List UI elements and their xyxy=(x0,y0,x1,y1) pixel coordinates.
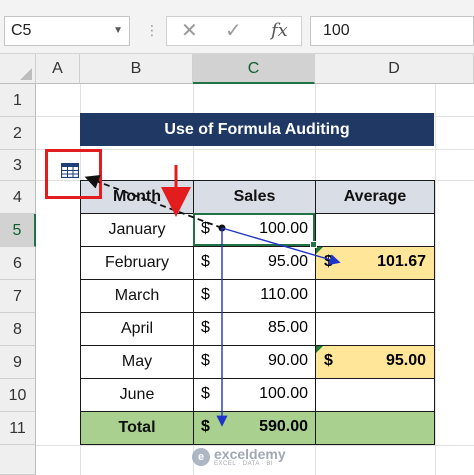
month-cell[interactable]: February xyxy=(80,246,194,280)
column-header-d[interactable]: D xyxy=(315,54,474,84)
average-value: 101.67 xyxy=(377,253,426,270)
gridline xyxy=(435,84,436,475)
row-header-3[interactable]: 3 xyxy=(0,150,36,181)
row-header-6[interactable]: 6 xyxy=(0,247,36,280)
cancel-icon[interactable]: ✕ xyxy=(181,17,198,45)
error-indicator-icon[interactable] xyxy=(316,346,323,353)
sales-value: 110.00 xyxy=(260,286,308,303)
sales-value: 100.00 xyxy=(259,385,308,402)
currency-symbol: $ xyxy=(201,286,210,303)
formula-input[interactable]: 100 xyxy=(310,16,474,46)
chevron-down-icon[interactable]: ▼ xyxy=(113,17,123,45)
currency-symbol: $ xyxy=(201,418,210,435)
row-header-9[interactable]: 9 xyxy=(0,346,36,379)
month-cell[interactable]: May xyxy=(80,345,194,379)
average-value: 95.00 xyxy=(385,352,426,369)
month-cell[interactable]: June xyxy=(80,378,194,412)
exceldemy-logo-icon: e xyxy=(192,448,210,466)
currency-symbol: $ xyxy=(324,253,333,270)
column-header-a[interactable]: A xyxy=(36,54,80,84)
row-header-4[interactable]: 4 xyxy=(0,181,36,214)
insert-function-icon[interactable]: fx xyxy=(271,17,288,45)
active-cell-border xyxy=(193,213,315,246)
row-header-8[interactable]: 8 xyxy=(0,313,36,346)
table-title[interactable]: Use of Formula Auditing xyxy=(80,113,434,146)
currency-symbol: $ xyxy=(201,319,210,336)
row-header-2[interactable]: 2 xyxy=(0,117,36,150)
row-header-11[interactable]: 11 xyxy=(0,412,36,445)
header-average[interactable]: Average xyxy=(315,180,435,214)
select-all-icon xyxy=(20,68,32,80)
currency-symbol: $ xyxy=(201,352,210,369)
formula-bar: C5 ▼ ⋮ ✕ ✓ fx 100 xyxy=(0,0,474,54)
formula-bar-separator[interactable]: ⋮ xyxy=(145,16,159,46)
currency-symbol: $ xyxy=(324,352,333,369)
row-header-10[interactable]: 10 xyxy=(0,379,36,412)
watermark-name: exceldemy xyxy=(214,446,286,462)
row-header-7[interactable]: 7 xyxy=(0,280,36,313)
header-sales[interactable]: Sales xyxy=(193,180,316,214)
sales-value: 90.00 xyxy=(267,352,308,369)
row-header-12[interactable] xyxy=(0,445,36,475)
enter-icon[interactable]: ✓ xyxy=(225,17,242,45)
month-cell[interactable]: March xyxy=(80,279,194,313)
watermark: e exceldemy EXCEL · DATA · BI xyxy=(192,446,302,470)
row-header-5[interactable]: 5 xyxy=(0,214,36,247)
error-indicator-icon[interactable] xyxy=(316,247,323,254)
sales-value: 85.00 xyxy=(267,319,308,336)
name-box-value: C5 xyxy=(11,22,32,39)
month-cell[interactable]: April xyxy=(80,312,194,346)
total-value: 590.00 xyxy=(259,418,308,435)
watermark-tagline: EXCEL · DATA · BI xyxy=(214,461,274,467)
month-cell[interactable]: January xyxy=(80,213,194,247)
average-cell[interactable] xyxy=(315,378,435,412)
select-all-button[interactable] xyxy=(0,54,36,84)
column-header-c[interactable]: C xyxy=(193,54,315,84)
total-average-cell[interactable] xyxy=(315,411,435,445)
column-header-b[interactable]: B xyxy=(80,54,193,84)
fill-handle[interactable] xyxy=(310,241,317,248)
formula-buttons: ✕ ✓ fx xyxy=(166,16,302,46)
row-header-1[interactable]: 1 xyxy=(0,84,36,117)
sales-value: 95.00 xyxy=(267,253,308,270)
average-cell[interactable] xyxy=(315,279,435,313)
average-cell[interactable] xyxy=(315,213,435,247)
currency-symbol: $ xyxy=(201,385,210,402)
average-cell[interactable] xyxy=(315,312,435,346)
total-label[interactable]: Total xyxy=(80,411,194,445)
currency-symbol: $ xyxy=(201,253,210,270)
name-box[interactable]: C5 ▼ xyxy=(4,16,130,46)
worksheet-icon[interactable] xyxy=(61,163,79,178)
